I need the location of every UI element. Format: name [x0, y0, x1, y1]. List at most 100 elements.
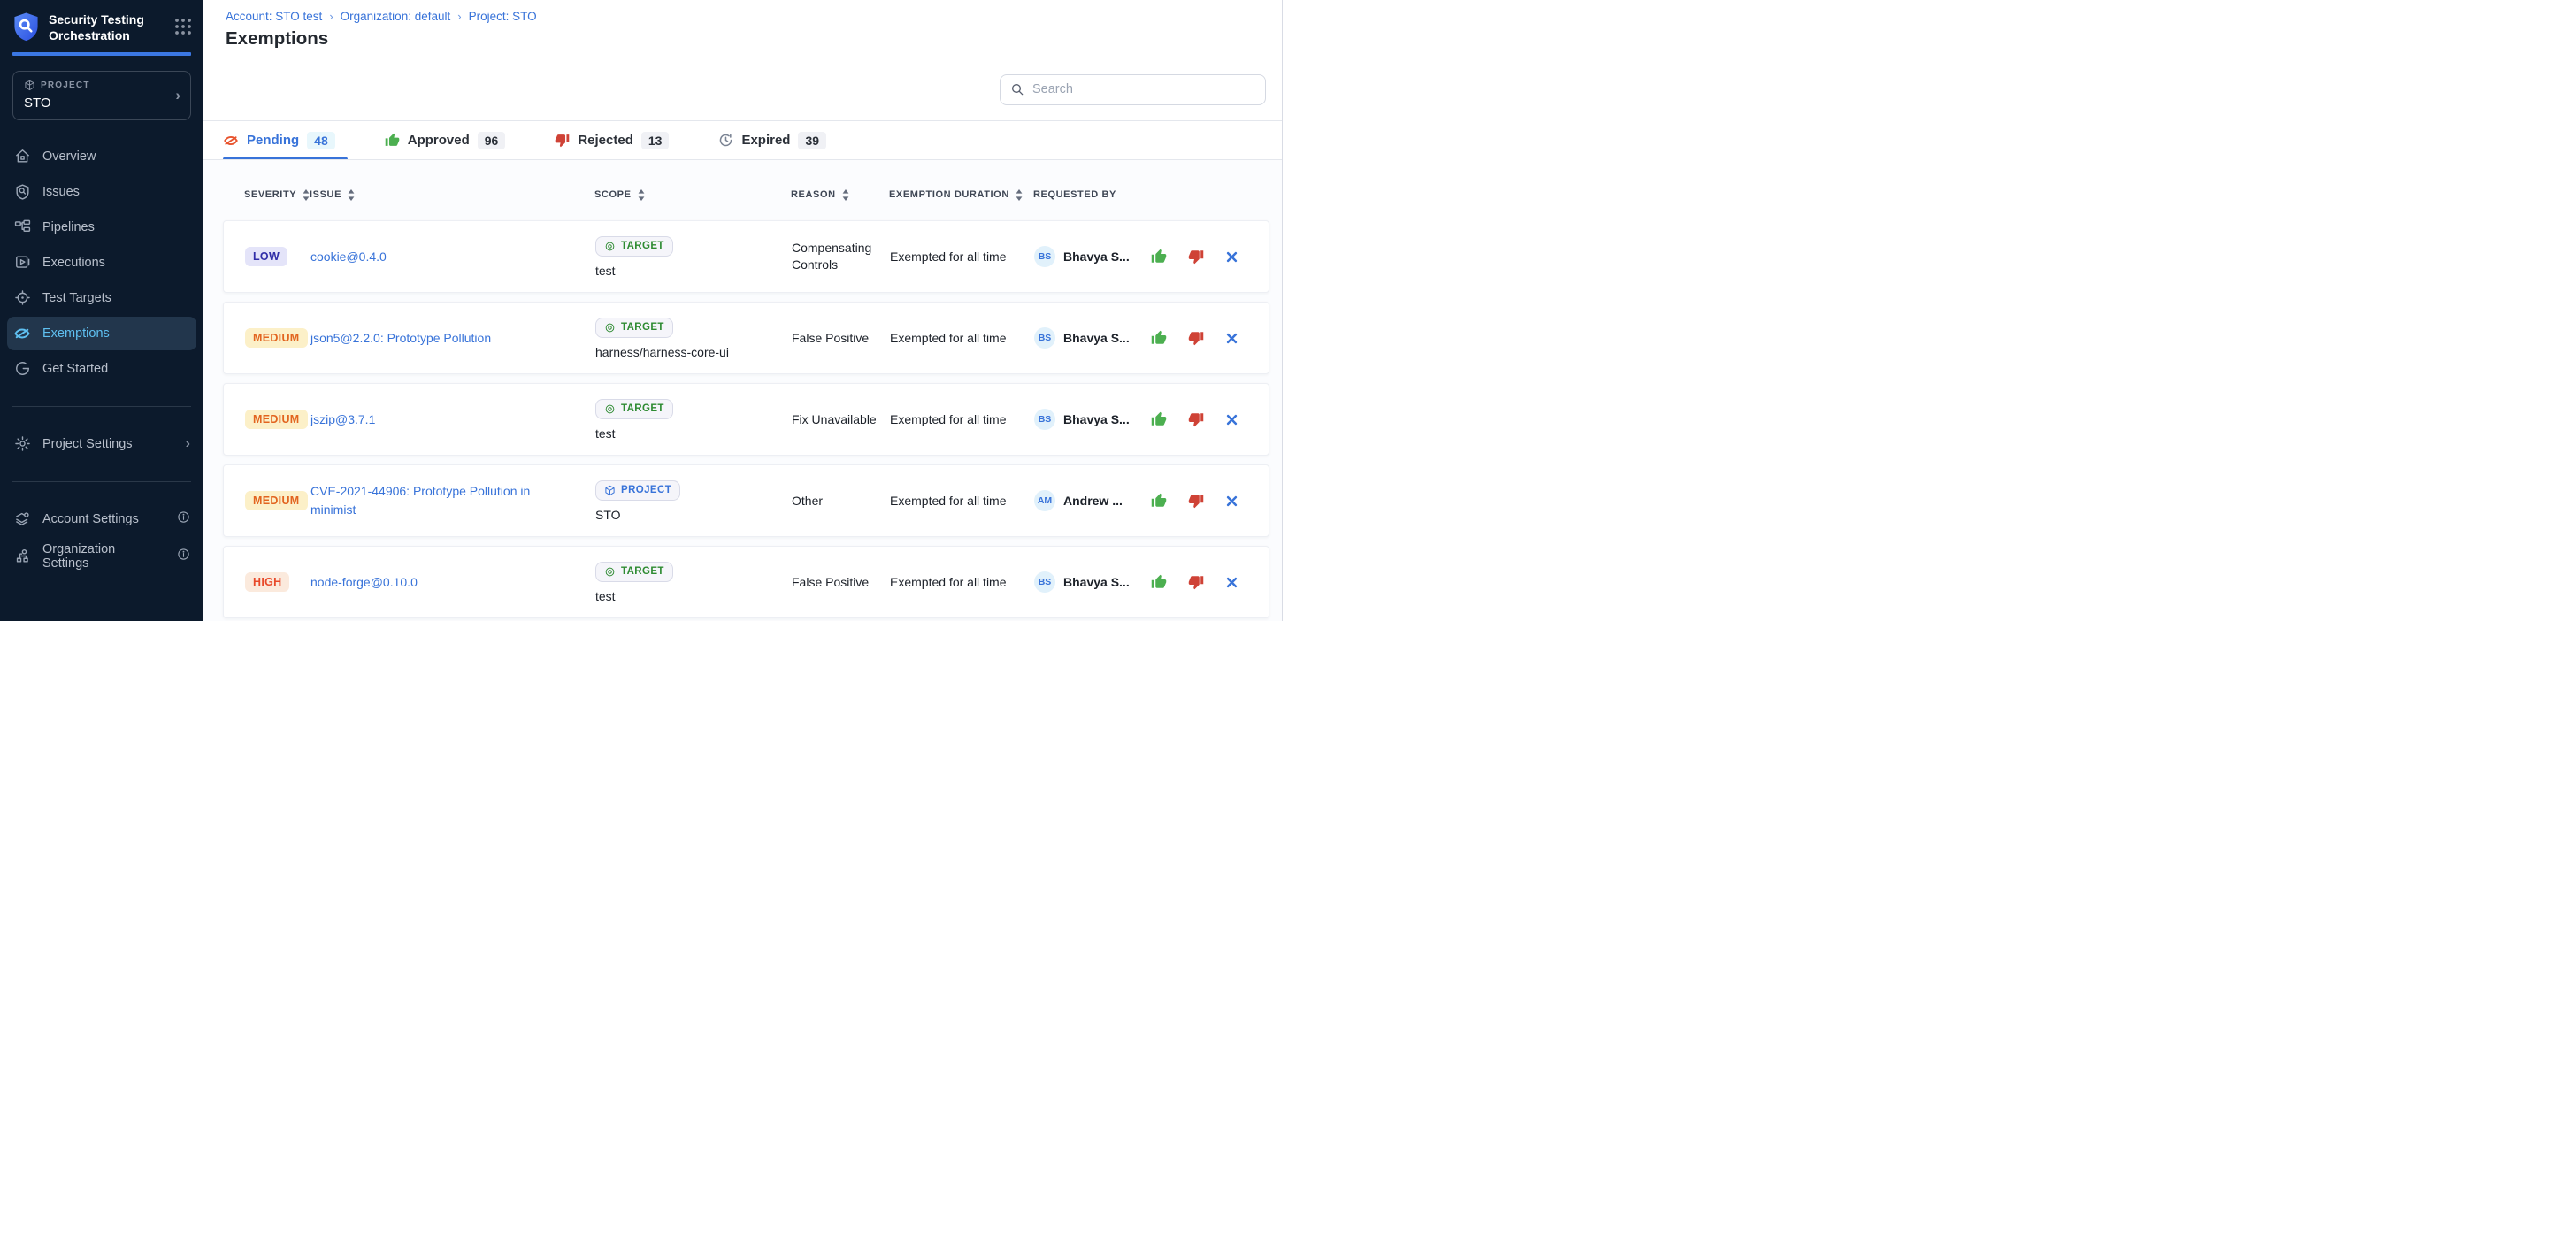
cancel-button[interactable] — [1225, 494, 1238, 508]
issue-link[interactable]: json5@2.2.0: Prototype Pollution — [310, 329, 491, 348]
target-icon — [604, 241, 616, 252]
sidebar-item-issues[interactable]: Issues — [7, 175, 196, 209]
status-tabs: Pending 48 Approved 96 Rejected 13 Expir… — [203, 121, 1288, 160]
thumbs-up-icon — [1151, 411, 1167, 427]
requester-name: Andrew ... — [1063, 494, 1123, 508]
sidebar-divider — [12, 406, 191, 407]
sidebar-header: Security Testing Orchestration — [0, 0, 203, 44]
clock-icon — [718, 133, 733, 148]
cancel-button[interactable] — [1225, 413, 1238, 426]
column-header-requested-by: REQUESTED BY — [1033, 189, 1148, 200]
issue-link[interactable]: cookie@0.4.0 — [310, 248, 387, 266]
breadcrumb: Account: STO test › Organization: defaul… — [226, 10, 1266, 23]
column-header-severity[interactable]: SEVERITY — [244, 189, 310, 201]
chevron-right-icon: › — [186, 436, 190, 452]
thumbs-down-icon — [1188, 411, 1204, 427]
sidebar-item-pipelines[interactable]: Pipelines — [7, 211, 196, 244]
table-row[interactable]: MEDIUM jszip@3.7.1 TARGET test Fix Unava… — [223, 383, 1269, 456]
sidebar-item-executions[interactable]: Executions — [7, 246, 196, 280]
scrollbar[interactable] — [1282, 0, 1288, 621]
table-row[interactable]: MEDIUM CVE-2021-44906: Prototype Polluti… — [223, 464, 1269, 537]
search-box[interactable] — [1000, 74, 1266, 105]
reason: False Positive — [792, 574, 890, 591]
approve-button[interactable] — [1151, 249, 1167, 264]
column-header-exemption-duration[interactable]: EXEMPTION DURATION — [889, 189, 1033, 201]
layers-gear-icon — [13, 510, 31, 528]
severity-badge: MEDIUM — [245, 410, 308, 429]
thumbs-up-icon — [1151, 493, 1167, 509]
breadcrumb-project-link[interactable]: Project: STO — [469, 10, 537, 23]
issue-link[interactable]: jszip@3.7.1 — [310, 410, 375, 429]
column-header-reason[interactable]: REASON — [791, 189, 889, 201]
get-started-icon — [13, 360, 31, 378]
sidebar-item-organization-settings[interactable]: Organization Settings — [7, 540, 196, 573]
search-input[interactable] — [1032, 82, 1255, 96]
sidebar-item-label: Overview — [42, 150, 96, 164]
reject-button[interactable] — [1188, 574, 1204, 590]
table-row[interactable]: LOW cookie@0.4.0 TARGET test Compensatin… — [223, 220, 1269, 293]
avatar: AM — [1034, 490, 1055, 511]
scope-chip: TARGET — [595, 236, 673, 257]
sidebar-item-project-settings[interactable]: Project Settings › — [7, 427, 196, 461]
reject-button[interactable] — [1188, 249, 1204, 264]
column-header-scope[interactable]: SCOPE — [594, 189, 791, 201]
column-header-issue[interactable]: ISSUE — [310, 189, 594, 201]
sidebar-item-label: Pipelines — [42, 220, 95, 234]
sto-shield-logo-icon — [12, 12, 41, 43]
sidebar-item-test-targets[interactable]: Test Targets — [7, 281, 196, 315]
cancel-button[interactable] — [1225, 576, 1238, 589]
info-icon[interactable] — [177, 510, 190, 527]
severity-badge: LOW — [245, 247, 288, 266]
issue-link[interactable]: node-forge@0.10.0 — [310, 573, 418, 592]
toolbar — [203, 58, 1288, 121]
sidebar-accent-bar — [12, 52, 191, 56]
table-row[interactable]: MEDIUM json5@2.2.0: Prototype Pollution … — [223, 302, 1269, 374]
sidebar-item-label: Exemptions — [42, 326, 110, 341]
sidebar-item-label: Organization Settings — [42, 542, 154, 571]
approve-button[interactable] — [1151, 574, 1167, 590]
eye-off-icon — [223, 133, 239, 149]
cube-icon — [604, 485, 616, 496]
tab-label: Approved — [408, 133, 470, 148]
tab-count-badge: 96 — [478, 132, 506, 150]
exemption-duration: Exempted for all time — [890, 575, 1034, 589]
x-icon — [1225, 494, 1238, 508]
approve-button[interactable] — [1151, 330, 1167, 346]
tab-approved[interactable]: Approved 96 — [385, 121, 518, 159]
sidebar-item-label: Issues — [42, 185, 80, 199]
home-icon — [13, 148, 31, 165]
issue-link[interactable]: CVE-2021-44906: Prototype Pollution in m… — [310, 482, 565, 519]
reject-button[interactable] — [1188, 411, 1204, 427]
target-icon — [13, 289, 31, 307]
project-selector[interactable]: PROJECT STO › — [12, 71, 191, 120]
tab-expired[interactable]: Expired 39 — [718, 121, 839, 159]
breadcrumb-account-link[interactable]: Account: STO test — [226, 10, 322, 23]
approve-button[interactable] — [1151, 493, 1167, 509]
reason: Compensating Controls — [792, 240, 890, 273]
reason: Fix Unavailable — [792, 411, 890, 428]
thumbs-down-icon — [1188, 330, 1204, 346]
cancel-button[interactable] — [1225, 332, 1238, 345]
tab-pending[interactable]: Pending 48 — [223, 121, 348, 159]
x-icon — [1225, 250, 1238, 264]
requester-name: Bhavya S... — [1063, 575, 1130, 589]
reject-button[interactable] — [1188, 330, 1204, 346]
reject-button[interactable] — [1188, 493, 1204, 509]
gear-icon — [13, 435, 31, 453]
sort-icon — [348, 189, 355, 201]
cancel-button[interactable] — [1225, 250, 1238, 264]
scope-name: test — [595, 264, 616, 278]
info-icon[interactable] — [177, 548, 190, 564]
shield-search-icon — [13, 183, 31, 201]
scope-chip: TARGET — [595, 318, 673, 338]
breadcrumb-organization-link[interactable]: Organization: default — [341, 10, 451, 23]
sidebar-item-get-started[interactable]: Get Started — [7, 352, 196, 386]
sidebar-item-exemptions[interactable]: Exemptions — [7, 317, 196, 350]
tab-rejected[interactable]: Rejected 13 — [555, 121, 681, 159]
approve-button[interactable] — [1151, 411, 1167, 427]
table-row[interactable]: HIGH node-forge@0.10.0 TARGET test False… — [223, 546, 1269, 618]
cube-icon — [24, 80, 35, 91]
sidebar-item-overview[interactable]: Overview — [7, 140, 196, 173]
app-grid-icon[interactable] — [173, 17, 193, 36]
sidebar-item-account-settings[interactable]: Account Settings — [7, 502, 196, 536]
